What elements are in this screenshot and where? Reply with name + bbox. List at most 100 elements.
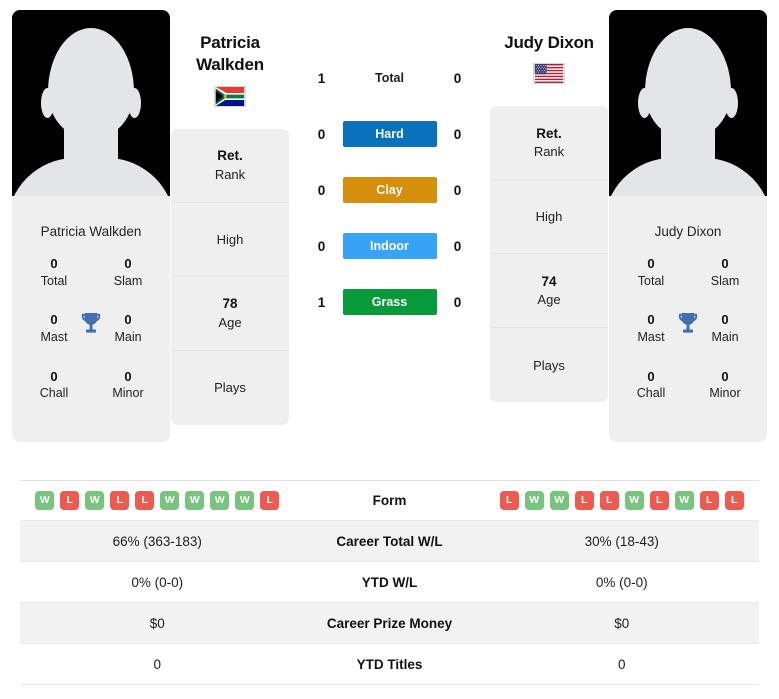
age-value: 78 — [222, 296, 238, 312]
trophy-label: Total — [637, 273, 665, 288]
left-player-name-line1: Patricia — [200, 33, 260, 52]
right-form-badges: LWWLLWLWLL — [485, 491, 760, 510]
rank-value: Ret. — [536, 126, 562, 142]
trophy-value: 0 — [124, 256, 132, 271]
right-player-name: Judy Dixon — [504, 33, 594, 52]
avatar-ear-right — [725, 88, 738, 118]
left-trophy-stats: 0 Total 0 Slam 0 Mast 0 Main 0 Chall 0 M… — [12, 255, 170, 443]
form-badge-l: L — [260, 491, 280, 510]
photo-fade — [609, 196, 767, 210]
age-label: Age — [537, 292, 561, 308]
trophy-label: Main — [711, 329, 739, 344]
surface-row-clay: 0 Clay 0 — [290, 176, 489, 204]
form-badge-l: L — [699, 491, 719, 510]
right-score: 0 — [453, 126, 462, 142]
form-badge-w: W — [624, 491, 644, 510]
right-value: $0 — [614, 615, 630, 631]
right-trophy-stats: 0 Total 0 Slam 0 Mast 0 Main 0 Chall 0 M… — [609, 255, 767, 443]
row-label: YTD Titles — [356, 656, 423, 672]
trophy-main: 0 Main — [699, 311, 751, 345]
right-player-photo — [609, 10, 767, 210]
surface-label-clay[interactable]: Clay — [342, 177, 437, 203]
surface-row-indoor: 0 Indoor 0 — [290, 232, 489, 260]
avatar-ear-right — [128, 88, 141, 118]
left-player-name-line2: Walkden — [196, 55, 264, 75]
plays-label: Plays — [214, 380, 246, 396]
trophy-icon — [678, 313, 698, 333]
right-plays-section: Plays — [490, 328, 608, 402]
left-score: 1 — [317, 70, 326, 86]
trophy-row: 0 Chall 0 Minor — [18, 368, 164, 402]
left-value: 0 — [153, 656, 161, 672]
left-plays-section: Plays — [171, 351, 289, 425]
trophy-value: 0 — [647, 368, 655, 384]
surface-label-total: Total — [375, 71, 404, 85]
trophy-total: 0 Total — [28, 255, 80, 289]
trophy-chall: 0 Chall — [625, 368, 677, 402]
row-label: Career Prize Money — [326, 615, 453, 631]
trophy-label: Mast — [40, 329, 68, 344]
row-label: Form — [372, 493, 407, 508]
left-player-info: Patricia Walkden Ret. Rank High 78 Age P… — [170, 10, 290, 425]
right-player-card[interactable]: Judy Dixon 0 Total 0 Slam 0 Mast 0 Main … — [609, 10, 767, 443]
trophy-value: 0 — [721, 256, 729, 271]
form-badge-w: W — [549, 491, 569, 510]
trophy-value: 0 — [50, 312, 58, 328]
surface-label-grass[interactable]: Grass — [342, 289, 437, 315]
left-rank-section: Ret. Rank — [171, 129, 289, 203]
form-badge-w: W — [35, 491, 55, 510]
surface-row-total: 1 Total 0 — [290, 64, 489, 92]
surface-label-indoor[interactable]: Indoor — [342, 233, 437, 259]
table-row-form: WLWLLWWWWL Form LWWLLWLWLL — [20, 481, 759, 521]
avatar-ear-left — [638, 88, 651, 118]
row-label: YTD W/L — [361, 574, 418, 590]
trophy-label: Chall — [636, 386, 666, 401]
form-badge-w: W — [85, 491, 105, 510]
table-row-career-total-wl: 66% (363-183) Career Total W/L 30% (18-4… — [20, 521, 759, 562]
rank-label: Rank — [533, 144, 565, 160]
surface-score-column: 1 Total 0 0 Hard 0 0 Clay 0 0 Indoor 0 1 — [290, 10, 489, 316]
trophy-row: 0 Chall 0 Minor — [615, 368, 761, 402]
form-badge-w: W — [674, 491, 694, 510]
row-label: Career Total W/L — [336, 533, 443, 549]
trophy-label: Chall — [39, 386, 69, 401]
right-player-info-card: Ret. Rank High 74 Age Plays — [490, 106, 608, 403]
surface-row-hard: 0 Hard 0 — [290, 120, 489, 148]
form-badge-w: W — [160, 491, 180, 510]
form-badge-l: L — [499, 491, 519, 510]
age-value: 74 — [541, 274, 557, 290]
table-row-ytd-wl: 0% (0-0) YTD W/L 0% (0-0) — [20, 562, 759, 603]
trophy-total: 0 Total — [625, 255, 677, 289]
form-badge-w: W — [185, 491, 205, 510]
age-label: Age — [218, 314, 242, 330]
trophy-value: 0 — [124, 312, 132, 328]
right-player-caption: Judy Dixon — [609, 210, 767, 255]
table-row-career-prize-money: $0 Career Prize Money $0 — [20, 603, 759, 644]
high-label: High — [216, 231, 244, 247]
left-value: $0 — [149, 615, 165, 631]
trophy-icon — [81, 313, 101, 333]
left-player-name: Patricia Walkden — [196, 32, 264, 77]
surface-label-hard[interactable]: Hard — [342, 121, 437, 147]
right-age-section: 74 Age — [490, 254, 608, 329]
left-player-card[interactable]: Patricia Walkden 0 Total 0 Slam 0 Mast 0… — [12, 10, 170, 443]
left-age-section: 78 Age — [171, 277, 289, 351]
form-badge-w: W — [235, 491, 255, 510]
trophy-value: 0 — [647, 312, 655, 328]
left-score: 0 — [317, 182, 326, 198]
form-badge-l: L — [649, 491, 669, 510]
left-score: 0 — [317, 126, 326, 142]
form-badge-l: L — [724, 491, 744, 510]
trophy-mast: 0 Mast — [28, 311, 80, 345]
trophy-slam: 0 Slam — [102, 255, 154, 289]
plays-label: Plays — [533, 357, 565, 373]
trophy-value: 0 — [721, 312, 729, 328]
avatar-ear-left — [41, 88, 54, 118]
right-score: 0 — [453, 294, 462, 310]
trophy-label: Minor — [709, 386, 741, 401]
trophy-row: 0 Total 0 Slam — [615, 255, 761, 289]
trophy-main: 0 Main — [102, 311, 154, 345]
trophy-mast: 0 Mast — [625, 311, 677, 345]
right-value: 0 — [617, 656, 626, 672]
trophy-label: Slam — [710, 273, 740, 288]
